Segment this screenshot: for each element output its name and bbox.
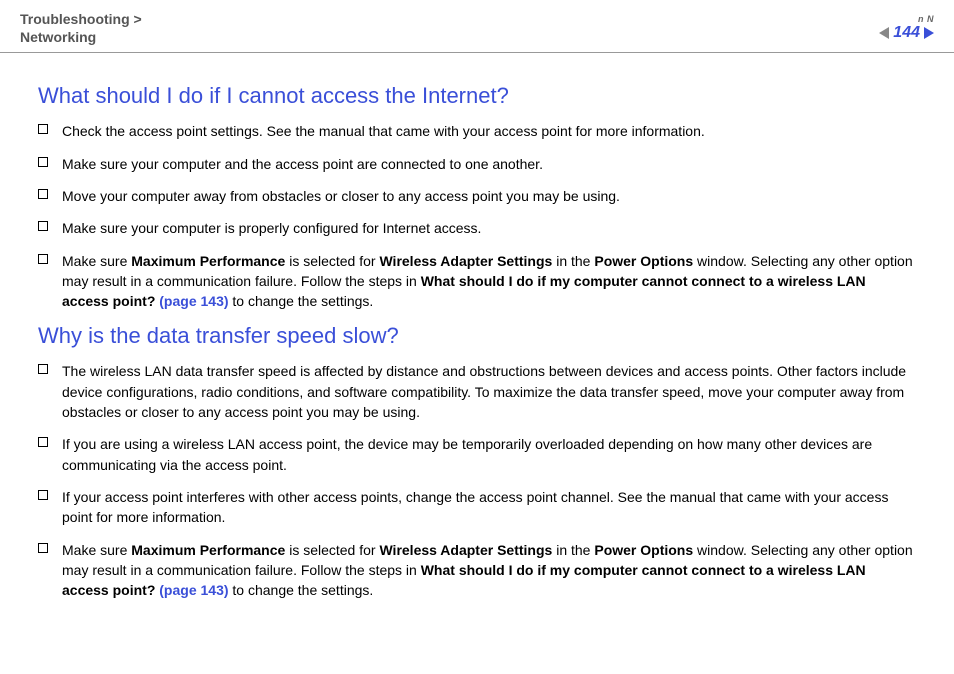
bold-text: Maximum Performance [131,253,285,269]
bold-text: Power Options [594,542,693,558]
list-item: Make sure your computer is properly conf… [38,218,916,238]
list-data-transfer-slow: The wireless LAN data transfer speed is … [38,361,916,600]
page-link[interactable]: (page 143) [159,293,228,309]
page-header: Troubleshooting > Networking n N 144 [0,0,954,53]
checkbox-bullet-icon [38,437,48,447]
bold-text: Maximum Performance [131,542,285,558]
list-item: If you are using a wireless LAN access p… [38,434,916,475]
checkbox-bullet-icon [38,221,48,231]
checkbox-bullet-icon [38,543,48,553]
list-item-text: If you are using a wireless LAN access p… [62,434,916,475]
checkbox-bullet-icon [38,364,48,374]
bold-text: Power Options [594,253,693,269]
list-item-text: Make sure your computer and the access p… [62,154,916,174]
text-fragment: Make sure [62,253,131,269]
text-fragment: is selected for [285,253,379,269]
page-indicator: 144 [879,24,934,42]
list-item: Check the access point settings. See the… [38,121,916,141]
list-item: Make sure Maximum Performance is selecte… [38,251,916,312]
bold-text: Wireless Adapter Settings [379,253,552,269]
prev-page-icon[interactable] [879,27,889,39]
list-item: Make sure your computer and the access p… [38,154,916,174]
page-number: 144 [893,24,920,42]
list-item-text: If your access point interferes with oth… [62,487,916,528]
checkbox-bullet-icon [38,157,48,167]
text-fragment: in the [552,542,594,558]
list-cannot-access-internet: Check the access point settings. See the… [38,121,916,311]
n-label: n N [879,14,934,24]
heading-cannot-access-internet: What should I do if I cannot access the … [38,83,916,109]
checkbox-bullet-icon [38,254,48,264]
list-item: Make sure Maximum Performance is selecte… [38,540,916,601]
breadcrumb: Troubleshooting > Networking [20,10,142,46]
next-page-icon[interactable] [924,27,934,39]
text-fragment: is selected for [285,542,379,558]
page-link[interactable]: (page 143) [159,582,228,598]
text-fragment: Make sure [62,542,131,558]
list-item-text: Make sure your computer is properly conf… [62,218,916,238]
breadcrumb-line-1: Troubleshooting > [20,10,142,28]
list-item-text: Check the access point settings. See the… [62,121,916,141]
page-indicator-wrap: n N 144 [879,14,934,42]
list-item-text: Move your computer away from obstacles o… [62,186,916,206]
text-fragment: to change the settings. [229,293,374,309]
text-fragment: in the [552,253,594,269]
list-item-text: The wireless LAN data transfer speed is … [62,361,916,422]
breadcrumb-line-2: Networking [20,28,142,46]
checkbox-bullet-icon [38,189,48,199]
list-item: If your access point interferes with oth… [38,487,916,528]
content-area: What should I do if I cannot access the … [0,53,954,600]
heading-data-transfer-slow: Why is the data transfer speed slow? [38,323,916,349]
checkbox-bullet-icon [38,490,48,500]
list-item-text: Make sure Maximum Performance is selecte… [62,540,916,601]
text-fragment: to change the settings. [229,582,374,598]
bold-text: Wireless Adapter Settings [379,542,552,558]
list-item-text: Make sure Maximum Performance is selecte… [62,251,916,312]
checkbox-bullet-icon [38,124,48,134]
list-item: The wireless LAN data transfer speed is … [38,361,916,422]
list-item: Move your computer away from obstacles o… [38,186,916,206]
